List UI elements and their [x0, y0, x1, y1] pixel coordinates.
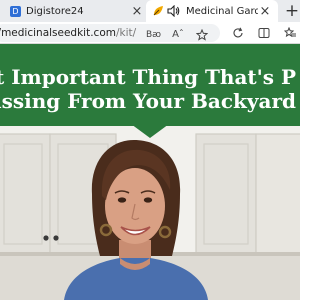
tab-title: Medicinal Garden Kit: [186, 5, 258, 17]
url-text: //medicinalseedkit.com/kit/: [0, 27, 136, 39]
headline-line-2: issing From Your Backyard: [0, 89, 296, 113]
headline-line-1: t Important Thing That's P: [0, 65, 297, 89]
page-content: t Important Thing That's P issing From Y…: [0, 44, 300, 300]
leaf-icon: [153, 6, 163, 16]
close-tab-icon[interactable]: ×: [130, 4, 144, 19]
url-path: /kit/: [115, 27, 137, 39]
url-domain: //medicinalseedkit.com: [0, 27, 116, 39]
digistore-icon: D: [10, 5, 21, 17]
address-bar: //medicinalseedkit.com/kit/ Bꜵ Aˆ: [0, 22, 300, 44]
speaker-icon[interactable]: [167, 5, 180, 17]
favorites-icon[interactable]: [284, 27, 296, 39]
url-field[interactable]: //medicinalseedkit.com/kit/ Bꜵ Aˆ: [0, 24, 220, 42]
tab-medicinal-garden-kit[interactable]: Medicinal Garden Kit ×: [146, 0, 278, 22]
refresh-icon[interactable]: [232, 27, 244, 39]
close-tab-icon[interactable]: ×: [258, 4, 272, 19]
text-size-icon[interactable]: Aˆ: [172, 29, 184, 41]
tab-strip: D Digistore24 × Medicinal Garden Kit × +: [0, 0, 300, 22]
headline-banner: t Important Thing That's P issing From Y…: [0, 44, 300, 126]
reader-mode-icon[interactable]: Bꜵ: [146, 29, 161, 41]
favorite-star-icon[interactable]: [196, 29, 208, 41]
split-screen-icon[interactable]: [258, 27, 270, 39]
new-tab-button[interactable]: +: [284, 0, 300, 22]
banner-pointer: [131, 124, 169, 138]
tab-digistore24[interactable]: D Digistore24 ×: [0, 0, 148, 22]
